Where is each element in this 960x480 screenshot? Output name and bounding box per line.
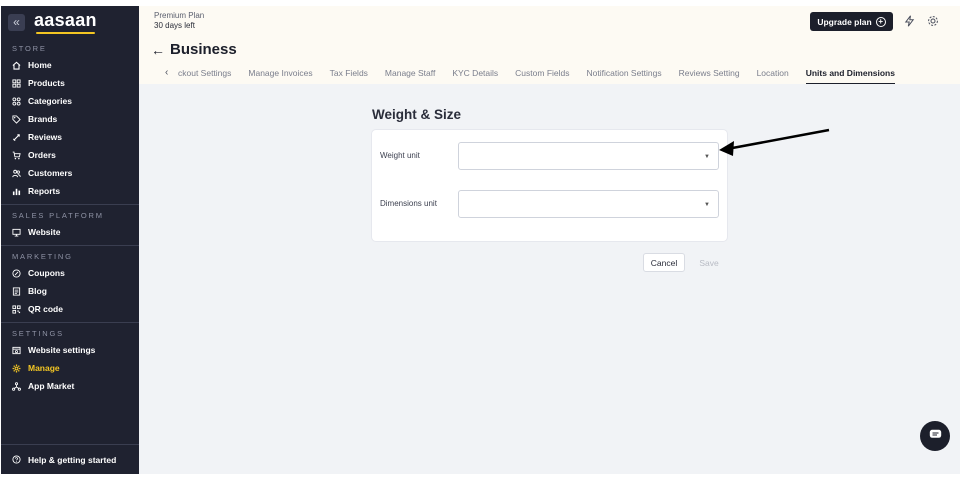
annotation-arrow-icon <box>719 128 830 156</box>
app-frame: « aasaan STORE Home Products Categories … <box>0 6 960 474</box>
